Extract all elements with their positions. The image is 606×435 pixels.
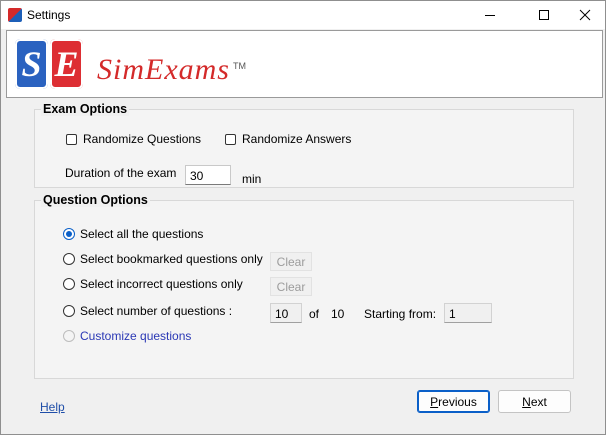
logo-tile-s: S (15, 39, 48, 89)
exam-options-legend: Exam Options (41, 102, 130, 116)
minimize-button[interactable] (467, 1, 513, 29)
logo-tile-e: E (50, 39, 83, 89)
of-label: of (309, 307, 320, 321)
next-button[interactable]: Next (498, 390, 571, 413)
select-bookmarked-radio[interactable] (63, 253, 75, 265)
select-incorrect-label[interactable]: Select incorrect questions only (80, 277, 243, 291)
starting-from-input[interactable]: 1 (444, 303, 492, 323)
duration-unit: min (242, 172, 262, 186)
select-bookmarked-label[interactable]: Select bookmarked questions only (80, 252, 263, 266)
minimize-icon (485, 15, 495, 16)
exam-options-group: Exam Options Randomize Questions Randomi… (34, 102, 574, 188)
select-all-label[interactable]: Select all the questions (80, 227, 203, 241)
trademark-mark: TM (233, 61, 246, 71)
select-number-radio[interactable] (63, 305, 75, 317)
duration-label: Duration of the exam (65, 166, 177, 180)
question-options-legend: Question Options (41, 193, 150, 207)
duration-input[interactable]: 30 (185, 165, 231, 185)
select-incorrect-radio[interactable] (63, 278, 75, 290)
question-options-group: Question Options Select all the question… (34, 193, 574, 379)
settings-window: Settings S E SimExams TM Exam Options Ra… (0, 0, 606, 435)
starting-from-label: Starting from: (364, 307, 437, 321)
clear-bookmarked-button[interactable]: Clear (270, 252, 312, 271)
number-of-questions-input[interactable]: 10 (270, 303, 302, 323)
randomize-questions-label[interactable]: Randomize Questions (83, 132, 201, 146)
next-button-label: Next (522, 394, 547, 409)
select-number-label[interactable]: Select number of questions : (80, 304, 232, 318)
previous-button[interactable]: Previous (417, 390, 490, 413)
brand-banner: S E SimExams TM (6, 30, 603, 98)
window-title: Settings (27, 8, 71, 22)
clear-incorrect-button[interactable]: Clear (270, 277, 312, 296)
randomize-answers-checkbox[interactable] (225, 134, 236, 145)
close-button[interactable] (562, 1, 606, 29)
randomize-questions-checkbox[interactable] (66, 134, 77, 145)
randomize-answers-label[interactable]: Randomize Answers (242, 132, 351, 146)
customize-questions-radio[interactable] (63, 330, 75, 342)
close-icon (579, 9, 591, 21)
customize-questions-label[interactable]: Customize questions (80, 329, 191, 343)
select-all-radio[interactable] (63, 228, 75, 240)
previous-button-label: Previous (430, 394, 477, 409)
app-icon (8, 8, 22, 22)
title-bar: Settings (1, 1, 605, 29)
total-questions: 10 (331, 307, 345, 321)
help-link[interactable]: Help (40, 400, 65, 414)
maximize-button[interactable] (521, 1, 567, 29)
maximize-icon (539, 10, 549, 20)
brand-name: SimExams (97, 53, 230, 86)
